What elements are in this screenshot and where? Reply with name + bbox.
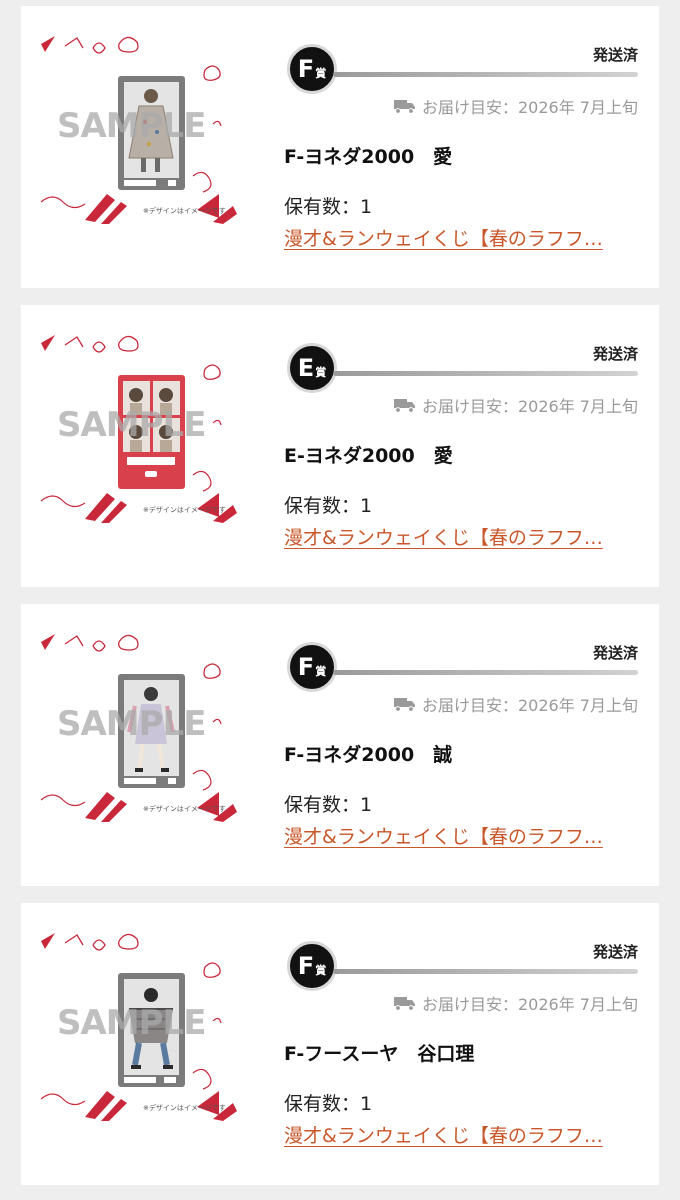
truck-icon	[394, 997, 415, 1011]
prize-title: E-ヨネダ2000 愛	[284, 445, 453, 467]
badge-suffix: 賞	[315, 365, 327, 379]
shipping-progress-bar	[333, 72, 638, 77]
delivery-estimate: お届け目安：2026年 7月上旬	[394, 393, 638, 417]
badge-suffix: 賞	[315, 66, 327, 80]
owned-quantity: 保有数：1	[284, 794, 373, 816]
prize-rank-badge: F 賞	[287, 642, 337, 692]
delivery-estimate: お届け目安：2026年 7月上旬	[394, 94, 638, 118]
owned-quantity: 保有数：1	[284, 196, 373, 218]
design-note: ※デザインはイメージです	[143, 506, 226, 514]
product-thumbnail[interactable]: SAMPLE ※デザインはイメージです	[37, 931, 247, 1121]
badge-letter: E	[297, 354, 315, 382]
truck-icon	[394, 399, 415, 413]
prize-card[interactable]: SAMPLE ※デザインはイメージです F 賞 発送済 お届け目安：2026年 …	[21, 604, 659, 886]
product-thumbnail[interactable]: SAMPLE ※デザインはイメージです	[37, 34, 247, 224]
lottery-link[interactable]: 漫才&ランウェイくじ【春のラフフ…	[284, 523, 614, 550]
shipping-status: 発送済	[592, 345, 638, 363]
delivery-estimate-text: お届け目安：2026年 7月上旬	[422, 696, 638, 715]
delivery-estimate-text: お届け目安：2026年 7月上旬	[422, 98, 638, 117]
shipping-status: 発送済	[592, 943, 638, 961]
prize-list: SAMPLE ※デザインはイメージです F 賞 発送済 お届け目安：2026年 …	[0, 0, 680, 1200]
design-note: ※デザインはイメージです	[143, 1104, 226, 1112]
product-thumbnail[interactable]: SAMPLE ※デザインはイメージです	[37, 333, 247, 523]
badge-suffix: 賞	[315, 963, 327, 977]
sample-watermark: SAMPLE	[57, 405, 206, 445]
prize-rank-badge: F 賞	[287, 941, 337, 991]
badge-letter: F	[297, 952, 315, 980]
product-thumbnail[interactable]: SAMPLE ※デザインはイメージです	[37, 632, 247, 822]
owned-quantity: 保有数：1	[284, 1093, 373, 1115]
lottery-link[interactable]: 漫才&ランウェイくじ【春のラフフ…	[284, 822, 614, 849]
delivery-estimate: お届け目安：2026年 7月上旬	[394, 991, 638, 1015]
shipping-status: 発送済	[592, 644, 638, 662]
delivery-estimate: お届け目安：2026年 7月上旬	[394, 692, 638, 716]
lottery-link[interactable]: 漫才&ランウェイくじ【春のラフフ…	[284, 1121, 614, 1148]
design-note: ※デザインはイメージです	[143, 207, 226, 215]
shipping-progress-bar	[333, 371, 638, 376]
shipping-status: 発送済	[592, 46, 638, 64]
lottery-link[interactable]: 漫才&ランウェイくじ【春のラフフ…	[284, 224, 614, 251]
delivery-estimate-text: お届け目安：2026年 7月上旬	[422, 995, 638, 1014]
prize-rank-badge: F 賞	[287, 44, 337, 94]
shipping-progress-bar	[333, 969, 638, 974]
design-note: ※デザインはイメージです	[143, 805, 226, 813]
prize-title: F-ヨネダ2000 愛	[284, 146, 453, 168]
prize-rank-badge: E 賞	[287, 343, 337, 393]
prize-title: F-ヨネダ2000 誠	[284, 744, 453, 766]
prize-card[interactable]: SAMPLE ※デザインはイメージです F 賞 発送済 お届け目安：2026年 …	[21, 903, 659, 1185]
prize-title: F-フースーヤ 谷口理	[284, 1043, 475, 1065]
sample-watermark: SAMPLE	[57, 704, 206, 744]
truck-icon	[394, 698, 415, 712]
badge-letter: F	[297, 55, 315, 83]
prize-card[interactable]: SAMPLE ※デザインはイメージです E 賞 発送済 お届け目安：2026年 …	[21, 305, 659, 587]
shipping-progress-bar	[333, 670, 638, 675]
sample-watermark: SAMPLE	[57, 106, 206, 146]
delivery-estimate-text: お届け目安：2026年 7月上旬	[422, 397, 638, 416]
prize-card[interactable]: SAMPLE ※デザインはイメージです F 賞 発送済 お届け目安：2026年 …	[21, 6, 659, 288]
truck-icon	[394, 100, 415, 114]
sample-watermark: SAMPLE	[57, 1003, 206, 1043]
badge-letter: F	[297, 653, 315, 681]
owned-quantity: 保有数：1	[284, 495, 373, 517]
badge-suffix: 賞	[315, 664, 327, 678]
